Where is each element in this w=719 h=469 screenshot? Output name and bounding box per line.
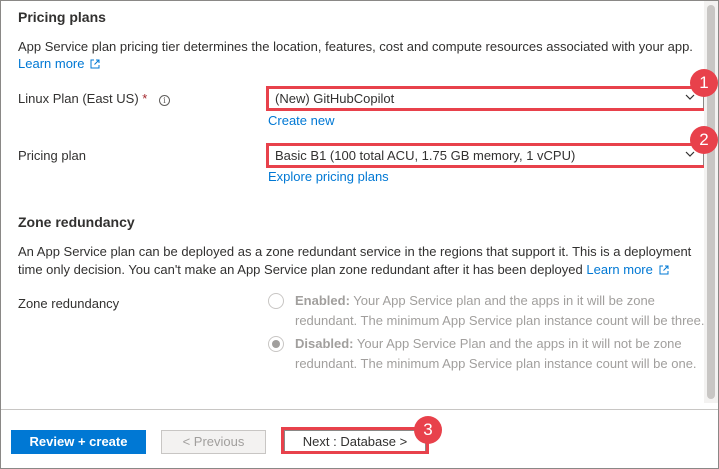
callout-badge-2: 2 bbox=[690, 126, 718, 154]
zone-enabled-option: Enabled: Your App Service plan and the a… bbox=[295, 291, 704, 331]
zone-redundancy-label: Zone redundancy bbox=[18, 296, 120, 311]
external-link-icon bbox=[90, 59, 100, 69]
callout-badge-3: 3 bbox=[414, 416, 442, 444]
callout-badge-1: 1 bbox=[690, 69, 718, 97]
review-create-button[interactable]: Review + create bbox=[11, 430, 146, 454]
zone-disabled-title: Disabled: bbox=[295, 336, 354, 351]
zone-disabled-radio[interactable] bbox=[268, 336, 284, 352]
zone-description-line-2-text: time only decision. You can't make an Ap… bbox=[18, 262, 583, 277]
explore-pricing-link[interactable]: Explore pricing plans bbox=[268, 168, 389, 185]
zone-enabled-radio[interactable] bbox=[268, 293, 284, 309]
required-asterisk: * bbox=[142, 91, 148, 106]
footer-divider bbox=[1, 409, 718, 410]
pricing-plan-label: Pricing plan bbox=[18, 148, 86, 163]
linux-plan-label: Linux Plan (East US) * i bbox=[18, 90, 170, 107]
info-icon[interactable]: i bbox=[158, 95, 170, 106]
pricing-learn-more-link[interactable]: Learn more bbox=[18, 55, 100, 72]
vertical-scrollbar[interactable] bbox=[704, 1, 718, 403]
callout-box-2 bbox=[266, 143, 704, 168]
scrollbar-thumb[interactable] bbox=[707, 5, 715, 399]
zone-disabled-option: Disabled: Your App Service Plan and the … bbox=[295, 334, 704, 374]
callout-box-3 bbox=[281, 427, 429, 454]
zone-disabled-text: Your App Service Plan and the apps in it… bbox=[295, 336, 697, 371]
zone-redundancy-heading: Zone redundancy bbox=[18, 214, 135, 230]
form-scroll-area: Pricing plans App Service plan pricing t… bbox=[1, 1, 704, 403]
callout-box-1 bbox=[266, 86, 704, 111]
previous-button[interactable]: < Previous bbox=[161, 430, 266, 454]
zone-enabled-text: Your App Service plan and the apps in it… bbox=[295, 293, 704, 328]
create-new-link[interactable]: Create new bbox=[268, 112, 334, 129]
external-link-icon bbox=[659, 265, 668, 275]
linux-plan-label-text: Linux Plan (East US) bbox=[18, 91, 139, 106]
zone-description-line-2: time only decision. You can't make an Ap… bbox=[18, 261, 669, 278]
pricing-plans-heading: Pricing plans bbox=[18, 9, 106, 25]
zone-enabled-title: Enabled: bbox=[295, 293, 350, 308]
zone-learn-more-link[interactable]: Learn more bbox=[586, 262, 652, 277]
zone-description-line-1: An App Service plan can be deployed as a… bbox=[18, 244, 692, 259]
pricing-learn-more-label[interactable]: Learn more bbox=[18, 56, 84, 71]
pricing-plans-description: App Service plan pricing tier determines… bbox=[18, 39, 693, 54]
